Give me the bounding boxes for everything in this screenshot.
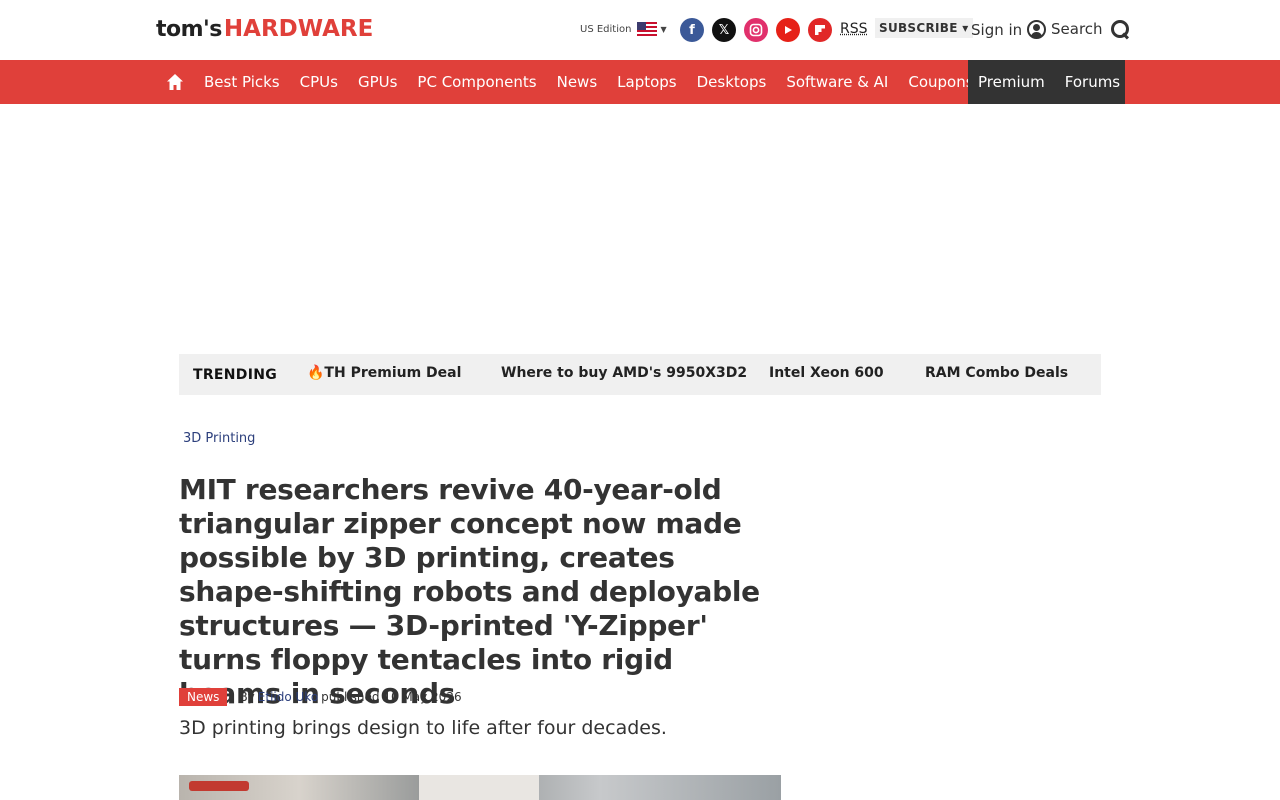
search-icon: [1110, 20, 1129, 38]
nav-pc-components[interactable]: PC Components: [407, 73, 546, 91]
nav-secondary: Premium Forums: [968, 60, 1125, 104]
trending-item[interactable]: Where to buy AMD's 9950X3D2: [501, 365, 747, 381]
logo-hardware: HARDWARE: [223, 16, 374, 42]
user-icon: [1027, 20, 1047, 39]
edition-selector[interactable]: US Edition ▼: [580, 22, 667, 36]
chevron-down-icon: ▼: [660, 24, 667, 34]
category-breadcrumb[interactable]: 3D Printing: [183, 431, 255, 446]
sign-in-label: Sign in: [971, 20, 1023, 39]
nav-desktops[interactable]: Desktops: [687, 73, 777, 91]
main-navigation: Best Picks CPUs GPUs PC Components News …: [0, 60, 1280, 104]
home-icon[interactable]: [156, 60, 194, 104]
us-flag-icon: [637, 22, 658, 36]
hero-image: [179, 775, 781, 800]
trending-item[interactable]: Intel Xeon 600: [769, 365, 884, 381]
youtube-icon[interactable]: [776, 18, 800, 42]
edition-label: US Edition: [580, 23, 632, 35]
sign-in-button[interactable]: Sign in: [971, 20, 1047, 39]
trending-bar: TRENDING 🔥TH Premium Deal Where to buy A…: [179, 354, 1101, 395]
article-subtitle: 3D printing brings design to life after …: [179, 717, 667, 739]
nav-laptops[interactable]: Laptops: [607, 73, 686, 91]
trending-item[interactable]: 🔥TH Premium Deal: [307, 365, 461, 381]
nav-news[interactable]: News: [547, 73, 608, 91]
instagram-icon[interactable]: [744, 18, 768, 42]
x-twitter-icon[interactable]: 𝕏: [712, 18, 736, 42]
logo-toms: tom's: [156, 17, 222, 42]
top-header: tom's HARDWARE US Edition ▼ f 𝕏 RSS SUBS…: [0, 0, 1280, 60]
author-link[interactable]: Etiido Uko: [258, 690, 318, 704]
trending-label: TRENDING: [193, 366, 278, 383]
facebook-icon[interactable]: f: [680, 18, 704, 42]
nav-premium[interactable]: Premium: [968, 73, 1055, 91]
social-links: f 𝕏: [680, 18, 832, 42]
byline: News By Etiido Uko published 10 May 2026: [179, 688, 462, 706]
nav-gpus[interactable]: GPUs: [348, 73, 407, 91]
article-title: MIT researchers revive 40-year-old trian…: [179, 473, 760, 710]
nav-cpus[interactable]: CPUs: [290, 73, 348, 91]
flipboard-icon[interactable]: [808, 18, 832, 42]
trending-item[interactable]: RAM Combo Deals: [925, 365, 1068, 381]
news-badge[interactable]: News: [179, 688, 228, 706]
nav-forums[interactable]: Forums: [1055, 73, 1130, 91]
search-button[interactable]: Search: [1051, 20, 1129, 38]
subscribe-button[interactable]: SUBSCRIBE ▾: [875, 18, 973, 38]
search-label: Search: [1051, 20, 1103, 38]
rss-link[interactable]: RSS: [840, 21, 868, 37]
nav-best-picks[interactable]: Best Picks: [194, 73, 290, 91]
by-label: By: [239, 690, 255, 704]
nav-software-ai[interactable]: Software & AI: [776, 73, 898, 91]
site-logo[interactable]: tom's HARDWARE: [156, 16, 373, 44]
publish-date: published 10 May 2026: [321, 690, 462, 704]
